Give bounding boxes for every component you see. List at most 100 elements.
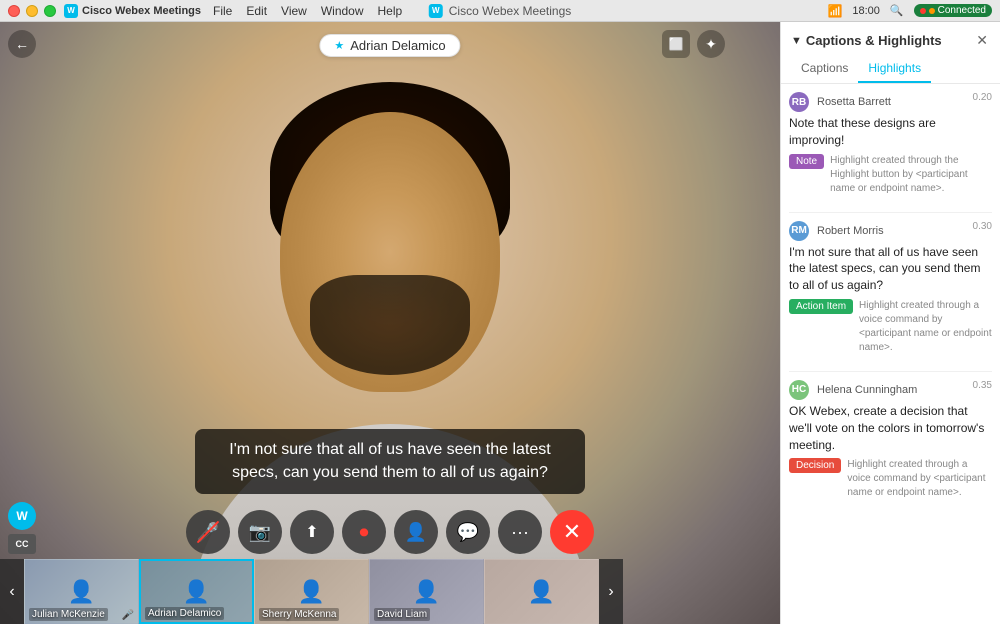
tag-badge-0: Note — [789, 154, 824, 169]
avatar-1: RM — [789, 221, 809, 241]
controls-bar: 🎤 📷 ⬆ ⏺ 👤 💬 ··· ✕ — [186, 510, 594, 554]
thumbnail-item-2[interactable]: 👤 Sherry McKenna — [254, 559, 369, 624]
search-icon: 🔍 — [890, 4, 904, 17]
star-icon: ★ — [334, 39, 344, 52]
highlight-time-1: 0.30 — [973, 221, 992, 232]
highlight-time-0: 0.20 — [973, 92, 992, 103]
tag-badge-1: Action Item — [789, 299, 853, 314]
highlight-item-1: RM Robert Morris 0.30 I'm not sure that … — [789, 221, 992, 355]
connected-label: Connected — [938, 5, 986, 16]
panel-title-label: Captions & Highlights — [806, 33, 942, 48]
highlight-time-2: 0.35 — [973, 380, 992, 391]
mute-button[interactable]: 🎤 — [186, 510, 230, 554]
panel-header: ▼ Captions & Highlights ✕ Captions Highl… — [781, 22, 1000, 84]
person-beard — [310, 275, 470, 375]
bottom-left-icons: W CC — [8, 502, 36, 554]
video-button[interactable]: 📷 — [238, 510, 282, 554]
tab-highlights[interactable]: Highlights — [858, 57, 931, 83]
caption-text: I'm not sure that all of us have seen th… — [229, 441, 550, 480]
highlight-name-1: Robert Morris — [817, 225, 973, 237]
thumb-name-2: Sherry McKenna — [259, 608, 339, 621]
main-content: ★ Adrian Delamico ⬜ ✦ ← I'm not sure tha… — [0, 22, 1000, 624]
tag-desc-1: Highlight created through a voice comman… — [859, 299, 992, 355]
thumbnail-item-3[interactable]: 👤 David Liam — [369, 559, 484, 624]
thumb-face-4: 👤 — [485, 560, 598, 623]
app-title-label: Cisco Webex Meetings — [82, 5, 201, 17]
close-window-button[interactable] — [8, 5, 20, 17]
highlight-name-0: Rosetta Barrett — [817, 96, 973, 108]
menu-view[interactable]: View — [281, 4, 307, 18]
more-button[interactable]: ··· — [498, 510, 542, 554]
highlight-header-1: RM Robert Morris 0.30 — [789, 221, 992, 241]
thumb-mic-icon-0: 🎤 — [122, 610, 134, 621]
menu-window[interactable]: Window — [321, 4, 364, 18]
highlight-name-2: Helena Cunningham — [817, 384, 973, 396]
thumb-name-1: Adrian Delamico — [145, 607, 224, 620]
panel-content: RB Rosetta Barrett 0.20 Note that these … — [781, 84, 1000, 624]
minimize-window-button[interactable] — [26, 5, 38, 17]
highlight-header-2: HC Helena Cunningham 0.35 — [789, 380, 992, 400]
caption-bar: I'm not sure that all of us have seen th… — [195, 429, 585, 494]
connected-badge: Connected — [914, 4, 992, 17]
thumbnail-strip: ‹ 👤 Julian McKenzie 🎤 👤 Adrian Delamico … — [0, 559, 780, 624]
panel-title-row: ▼ Captions & Highlights ✕ — [791, 30, 990, 51]
window-title-label: Cisco Webex Meetings — [449, 4, 572, 18]
record-button[interactable]: ⏺ — [342, 510, 386, 554]
screen-share-button[interactable]: ⬜ — [662, 30, 690, 58]
thumb-name-0: Julian McKenzie — [29, 608, 108, 621]
highlight-text-2: OK Webex, create a decision that we'll v… — [789, 403, 992, 453]
title-bar-right: 📶 18:00 🔍 Connected — [827, 4, 992, 18]
red-dot-icon — [920, 8, 926, 14]
time-display: 18:00 — [852, 5, 880, 17]
end-call-button[interactable]: ✕ — [550, 510, 594, 554]
thumbnail-item-1[interactable]: 👤 Adrian Delamico — [139, 559, 254, 624]
menu-edit[interactable]: Edit — [246, 4, 267, 18]
divider-0 — [789, 212, 992, 213]
share-button[interactable]: ⬆ — [290, 510, 334, 554]
menu-bar: File Edit View Window Help — [213, 4, 402, 18]
cc-button[interactable]: CC — [8, 534, 36, 554]
highlight-item-0: RB Rosetta Barrett 0.20 Note that these … — [789, 92, 992, 196]
back-button[interactable]: ← — [8, 30, 36, 58]
app-name: W Cisco Webex Meetings — [64, 4, 201, 18]
participant-name-tag: ★ Adrian Delamico — [319, 34, 460, 57]
maximize-window-button[interactable] — [44, 5, 56, 17]
highlight-tag-row-2: Decision Highlight created through a voi… — [789, 458, 992, 500]
right-panel: ▼ Captions & Highlights ✕ Captions Highl… — [780, 22, 1000, 624]
webex-logo: W — [8, 502, 36, 530]
video-area: ★ Adrian Delamico ⬜ ✦ ← I'm not sure tha… — [0, 22, 780, 624]
tag-badge-2: Decision — [789, 458, 841, 473]
highlight-tag-row-1: Action Item Highlight created through a … — [789, 299, 992, 355]
panel-title: ▼ Captions & Highlights — [791, 33, 942, 48]
thumbnail-item-4[interactable]: 👤 — [484, 559, 599, 624]
traffic-lights — [8, 5, 56, 17]
menu-help[interactable]: Help — [378, 4, 403, 18]
highlight-header-0: RB Rosetta Barrett 0.20 — [789, 92, 992, 112]
highlight-item-2: HC Helena Cunningham 0.35 OK Webex, crea… — [789, 380, 992, 500]
sparkle-button[interactable]: ✦ — [697, 30, 725, 58]
window-title: W Cisco Webex Meetings — [429, 4, 572, 18]
divider-1 — [789, 371, 992, 372]
menu-file[interactable]: File — [213, 4, 232, 18]
tag-desc-0: Highlight created through the Highlight … — [830, 154, 992, 196]
avatar-0: RB — [789, 92, 809, 112]
title-bar: W Cisco Webex Meetings File Edit View Wi… — [0, 0, 1000, 22]
chat-button[interactable]: 💬 — [446, 510, 490, 554]
thumb-nav-right[interactable]: › — [599, 559, 623, 624]
webex-icon: W — [429, 4, 443, 18]
panel-tabs: Captions Highlights — [791, 57, 990, 83]
highlight-text-1: I'm not sure that all of us have seen th… — [789, 244, 992, 294]
thumb-nav-left[interactable]: ‹ — [0, 559, 24, 624]
wifi-icon: 📶 — [827, 4, 842, 18]
tab-captions[interactable]: Captions — [791, 57, 858, 83]
highlight-tag-row-0: Note Highlight created through the Highl… — [789, 154, 992, 196]
thumbnail-item-0[interactable]: 👤 Julian McKenzie 🎤 — [24, 559, 139, 624]
avatar-2: HC — [789, 380, 809, 400]
orange-dot-icon — [929, 8, 935, 14]
participant-name-label: Adrian Delamico — [350, 38, 445, 53]
panel-close-button[interactable]: ✕ — [974, 30, 990, 51]
app-icon: W — [64, 4, 78, 18]
tag-desc-2: Highlight created through a voice comman… — [847, 458, 992, 500]
thumb-name-3: David Liam — [374, 608, 430, 621]
participants-button[interactable]: 👤 — [394, 510, 438, 554]
